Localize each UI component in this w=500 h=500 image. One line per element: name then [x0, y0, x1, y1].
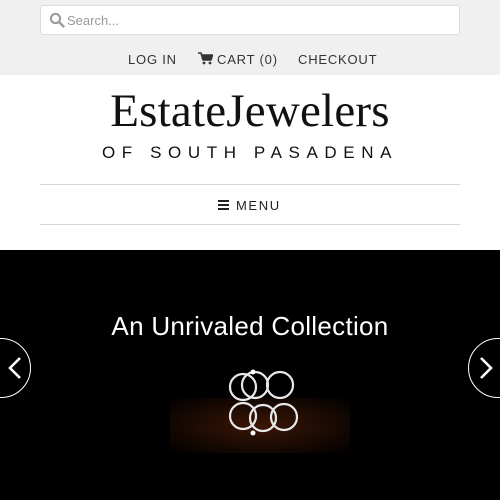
chevron-left-icon: [8, 357, 21, 379]
previous-slide-button[interactable]: [0, 338, 31, 398]
top-bar: LOG IN CART (0) CHECKOUT: [0, 0, 500, 75]
menu-label: MENU: [236, 198, 281, 213]
search-icon: [49, 12, 65, 28]
logo-name: EstateJewelers: [110, 85, 390, 137]
hamburger-icon: [218, 200, 229, 210]
search-box[interactable]: [40, 5, 460, 35]
cart-label: CART (0): [217, 52, 278, 67]
next-slide-button[interactable]: [468, 338, 500, 398]
cart-icon: [198, 52, 213, 65]
logo-subtitle: OF SOUTH PASADENA: [101, 143, 399, 162]
search-input[interactable]: [67, 10, 447, 30]
hero-slideshow: An Unrivaled Collection: [0, 250, 500, 500]
login-link[interactable]: LOG IN: [128, 51, 177, 69]
store-logo[interactable]: EstateJewelers OF SOUTH PASADENA: [99, 86, 401, 162]
checkout-link[interactable]: CHECKOUT: [298, 51, 377, 69]
chevron-right-icon: [480, 357, 493, 379]
menu-button[interactable]: MENU: [218, 197, 281, 215]
rings-image: [228, 369, 299, 436]
hero-title: An Unrivaled Collection: [111, 311, 389, 341]
cart-link[interactable]: CART (0): [198, 51, 278, 69]
top-links: LOG IN CART (0) CHECKOUT: [0, 51, 500, 69]
menu-bar: MENU: [40, 184, 460, 225]
